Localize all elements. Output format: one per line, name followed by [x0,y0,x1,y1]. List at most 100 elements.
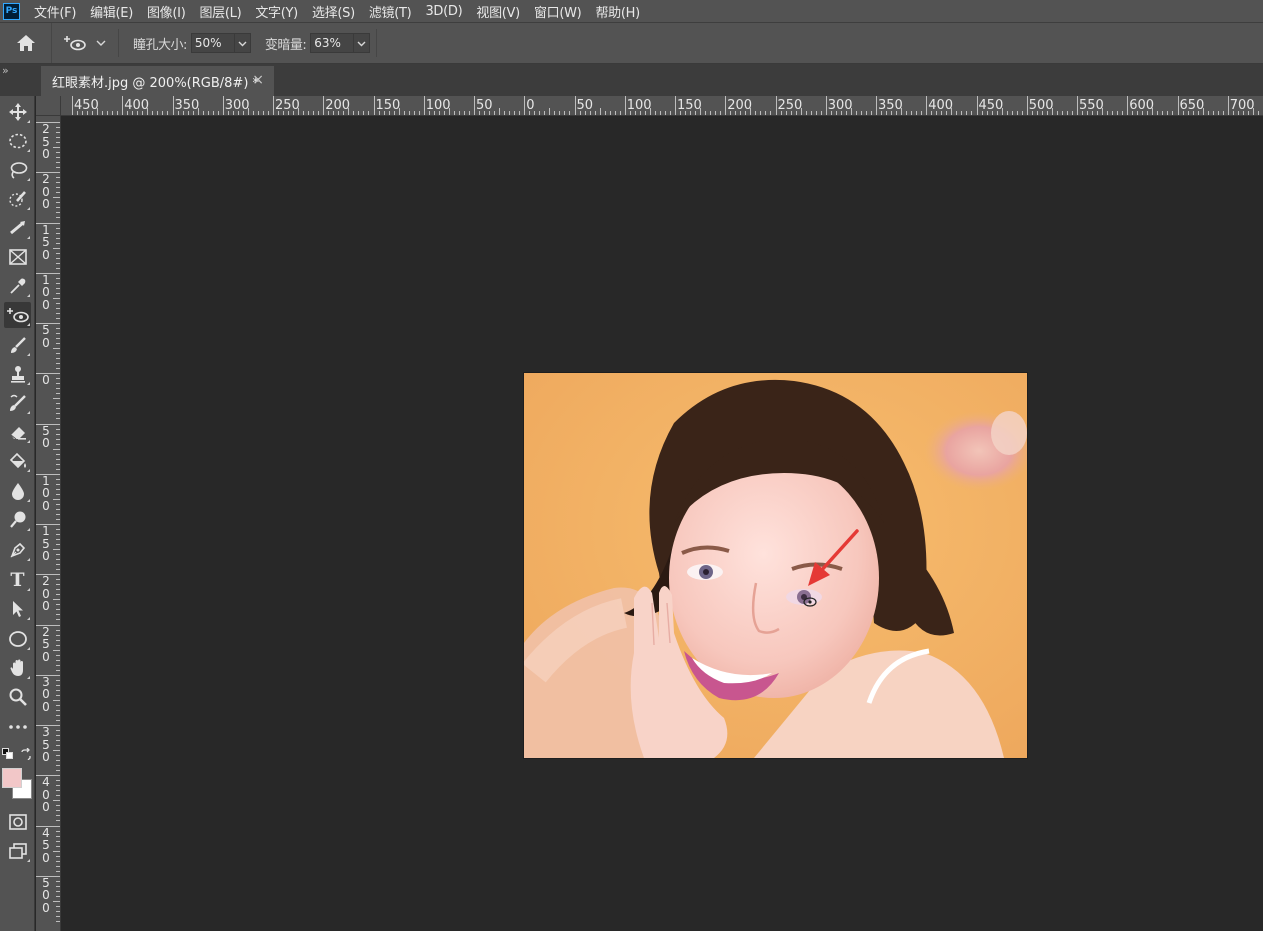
quick-select-tool[interactable] [4,186,31,212]
home-button[interactable] [0,23,52,63]
red-eye-tool[interactable] [4,302,31,328]
ruler-minor-tick [56,237,60,239]
ruler-minor-tick [77,111,79,115]
pupil-size-field[interactable]: 50% [190,33,251,53]
history-brush-tool[interactable] [4,390,31,416]
ruler-minor-tick [489,111,491,115]
pen-tool[interactable] [4,537,31,563]
ruler-minor-tick [468,111,470,115]
marquee-tool[interactable] [4,128,31,154]
dodge-icon [9,511,25,528]
crop-tool[interactable] [4,215,31,241]
menu-edit[interactable]: 编辑(E) [90,2,133,21]
ruler-major-tick [273,96,274,115]
darken-amount-dropdown[interactable] [353,34,369,52]
ruler-minor-tick [92,111,94,115]
menu-image[interactable]: 图像(I) [147,2,186,21]
type-tool[interactable]: T [4,567,31,593]
menu-help[interactable]: 帮助(H) [595,2,640,21]
frame-tool[interactable] [4,244,31,270]
eyedropper-tool[interactable] [4,273,31,299]
ruler-minor-tick [669,111,671,115]
stamp-tool[interactable] [4,361,31,387]
ruler-minor-tick [56,262,60,264]
ruler-minor-tick [1061,111,1063,115]
tool-preset-picker[interactable] [62,29,119,57]
close-icon[interactable]: × [252,72,264,88]
ruler-minor-tick [443,111,445,115]
lasso-tool[interactable] [4,157,31,183]
tools-panel: T [0,96,35,931]
darken-amount-field[interactable]: 63% [310,33,371,53]
ruler-minor-tick [56,679,60,681]
ruler-minor-tick [56,167,60,169]
ruler-minor-tick [680,111,682,115]
ruler-minor-tick [53,699,60,701]
more-icon [8,725,27,729]
ruler-minor-tick [1162,111,1164,115]
panel-collapse-icon[interactable]: » [2,64,9,77]
ruler-minor-tick [463,111,465,115]
ruler-major-tick [725,96,727,115]
ruler-minor-tick [56,503,60,505]
ruler-minor-tick [56,333,60,335]
ruler-minor-tick [56,142,60,144]
ruler-minor-tick [1167,111,1169,115]
menu-select[interactable]: 选择(S) [312,2,355,21]
ruler-minor-tick [56,368,60,370]
eraser-tool[interactable] [4,419,31,445]
ruler-minor-tick [916,111,918,115]
quick-mask-button[interactable] [4,809,31,835]
ruler-minor-tick [519,111,521,115]
ruler-minor-tick [1071,111,1073,115]
dodge-tool[interactable] [4,507,31,533]
document-tab-title: 红眼素材.jpg @ 200%(RGB/8#) * [52,75,260,91]
canvas-area[interactable] [62,117,1263,931]
screen-mode-button[interactable] [4,838,31,864]
menu-file[interactable]: 文件(F) [34,2,76,21]
ruler-minor-tick [755,111,757,115]
pupil-size-input[interactable]: 50% [192,36,234,50]
blur-tool[interactable] [4,478,31,504]
menu-filter[interactable]: 滤镜(T) [369,2,412,21]
ruler-minor-tick [1082,111,1084,115]
ruler-minor-tick [56,910,60,912]
pupil-size-dropdown[interactable] [233,34,250,52]
menu-type[interactable]: 文字(Y) [255,2,298,21]
ruler-minor-tick [1137,111,1139,115]
hand-tool[interactable] [4,655,31,681]
move-tool[interactable] [4,99,31,125]
menu-3d[interactable]: 3D(D) [425,4,462,19]
ellipse-tool[interactable] [4,626,31,652]
ruler-minor-tick [107,111,109,115]
ruler-minor-tick [770,111,772,115]
menu-window[interactable]: 窗口(W) [534,2,582,21]
brush-tool[interactable] [4,332,31,358]
darken-amount-label: 变暗量: [264,37,307,53]
ruler-minor-tick [348,108,350,115]
menu-layer[interactable]: 图层(L) [199,2,241,21]
menu-view[interactable]: 视图(V) [476,2,520,21]
blur-drop-icon [11,483,24,500]
zoom-tool[interactable] [4,684,31,710]
darken-amount-input[interactable]: 63% [311,36,353,50]
ruler-minor-tick [112,111,114,115]
ruler-minor-tick [56,187,60,189]
foreground-color-swatch[interactable] [2,768,22,788]
document-tab[interactable]: 红眼素材.jpg @ 200%(RGB/8#) * × [41,66,274,96]
ruler-minor-tick [56,458,60,460]
ruler-minor-tick [56,664,60,666]
ruler-label: 350 [42,725,50,764]
paint-bucket-tool[interactable] [4,448,31,474]
ruler-minor-tick [56,468,60,470]
path-select-tool[interactable] [4,596,31,622]
ruler-minor-tick [56,885,60,887]
ruler-major-tick [775,96,777,115]
ruler-minor-tick [795,111,797,115]
default-colors-icon[interactable] [2,748,14,760]
ruler-minor-tick [56,719,60,721]
document-image[interactable] [524,373,1027,758]
more-tools[interactable] [4,714,31,740]
ruler-minor-tick [56,810,60,812]
swap-colors-icon[interactable] [20,748,32,760]
